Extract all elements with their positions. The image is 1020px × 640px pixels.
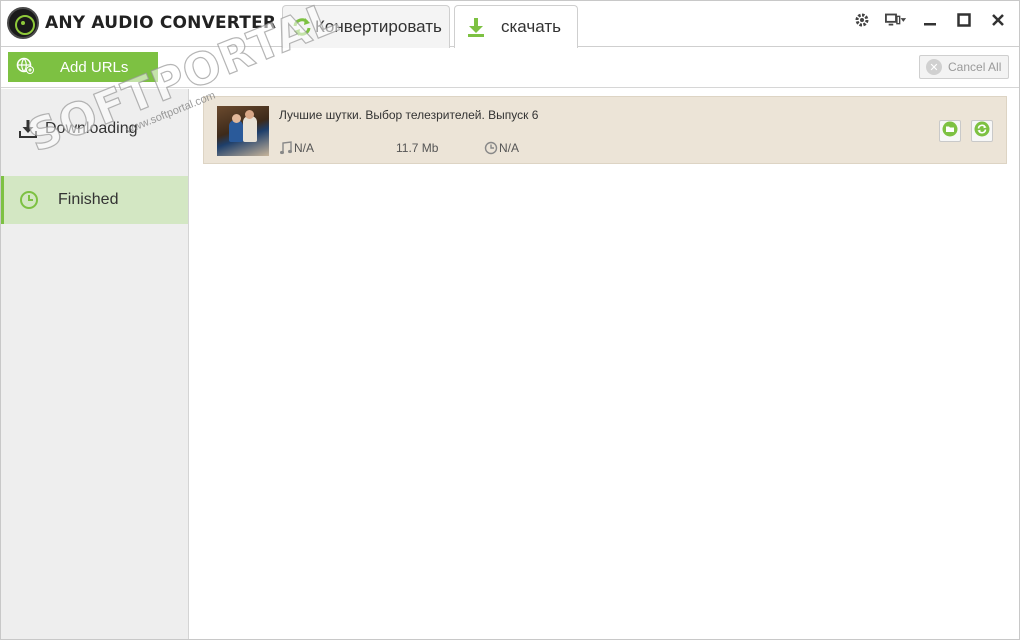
tab-convert-label: Конвертировать xyxy=(315,17,442,36)
refresh-arrows-icon xyxy=(291,16,313,38)
sidebar-item-downloading[interactable]: Downloading xyxy=(1,105,188,153)
download-tray-icon xyxy=(17,118,39,140)
open-folder-button[interactable] xyxy=(939,120,961,142)
tab-download-label: скачать xyxy=(501,17,561,36)
convert-button[interactable] xyxy=(971,120,993,142)
duration-info: N/A xyxy=(484,141,519,155)
duration-clock-icon xyxy=(484,141,498,155)
duration-value: N/A xyxy=(499,141,520,155)
audio-info: N/A xyxy=(279,141,314,155)
sidebar-item-label: Finished xyxy=(58,191,119,208)
cancel-all-label: Cancel All xyxy=(948,60,1002,74)
settings-gear-icon[interactable] xyxy=(851,10,873,30)
close-icon[interactable] xyxy=(987,10,1009,30)
tab-convert[interactable]: Конвертировать xyxy=(282,5,450,48)
download-arrow-icon xyxy=(465,16,487,38)
clock-icon xyxy=(18,189,40,211)
display-menu-icon[interactable] xyxy=(885,10,907,30)
cancel-all-button[interactable]: ✕ Cancel All xyxy=(919,55,1009,79)
sidebar-item-finished[interactable]: Finished xyxy=(1,176,188,224)
add-urls-button[interactable]: Add URLs xyxy=(8,52,158,82)
globe-plus-icon xyxy=(16,56,34,78)
folder-icon xyxy=(942,121,958,142)
maximize-icon[interactable] xyxy=(953,10,975,30)
app-title: ANY AUDIO CONVERTER xyxy=(45,13,277,33)
app-window: ANY AUDIO CONVERTER Конвертировать скача… xyxy=(0,0,1020,640)
add-urls-label: Add URLs xyxy=(60,58,129,76)
minimize-icon[interactable] xyxy=(919,10,941,30)
app-logo-icon xyxy=(7,7,39,39)
sidebar: Downloading Finished xyxy=(1,89,189,639)
audio-value: N/A xyxy=(294,141,315,155)
music-note-icon xyxy=(279,141,293,155)
sidebar-item-label: Downloading xyxy=(45,120,138,137)
toolbar: Add URLs ✕ Cancel All xyxy=(1,48,1019,88)
list-item[interactable]: Лучшие шутки. Выбор телезрителей. Выпуск… xyxy=(203,96,1007,164)
window-controls xyxy=(851,10,1009,30)
downloads-list: Лучшие шутки. Выбор телезрителей. Выпуск… xyxy=(190,89,1019,639)
cancel-x-icon: ✕ xyxy=(926,59,942,75)
tab-download[interactable]: скачать xyxy=(454,5,578,48)
title-bar: ANY AUDIO CONVERTER Конвертировать скача… xyxy=(1,1,1019,48)
file-size: 11.7 Mb xyxy=(396,141,439,155)
video-thumbnail xyxy=(217,106,269,156)
item-title: Лучшие шутки. Выбор телезрителей. Выпуск… xyxy=(279,108,539,122)
refresh-icon xyxy=(974,121,990,142)
